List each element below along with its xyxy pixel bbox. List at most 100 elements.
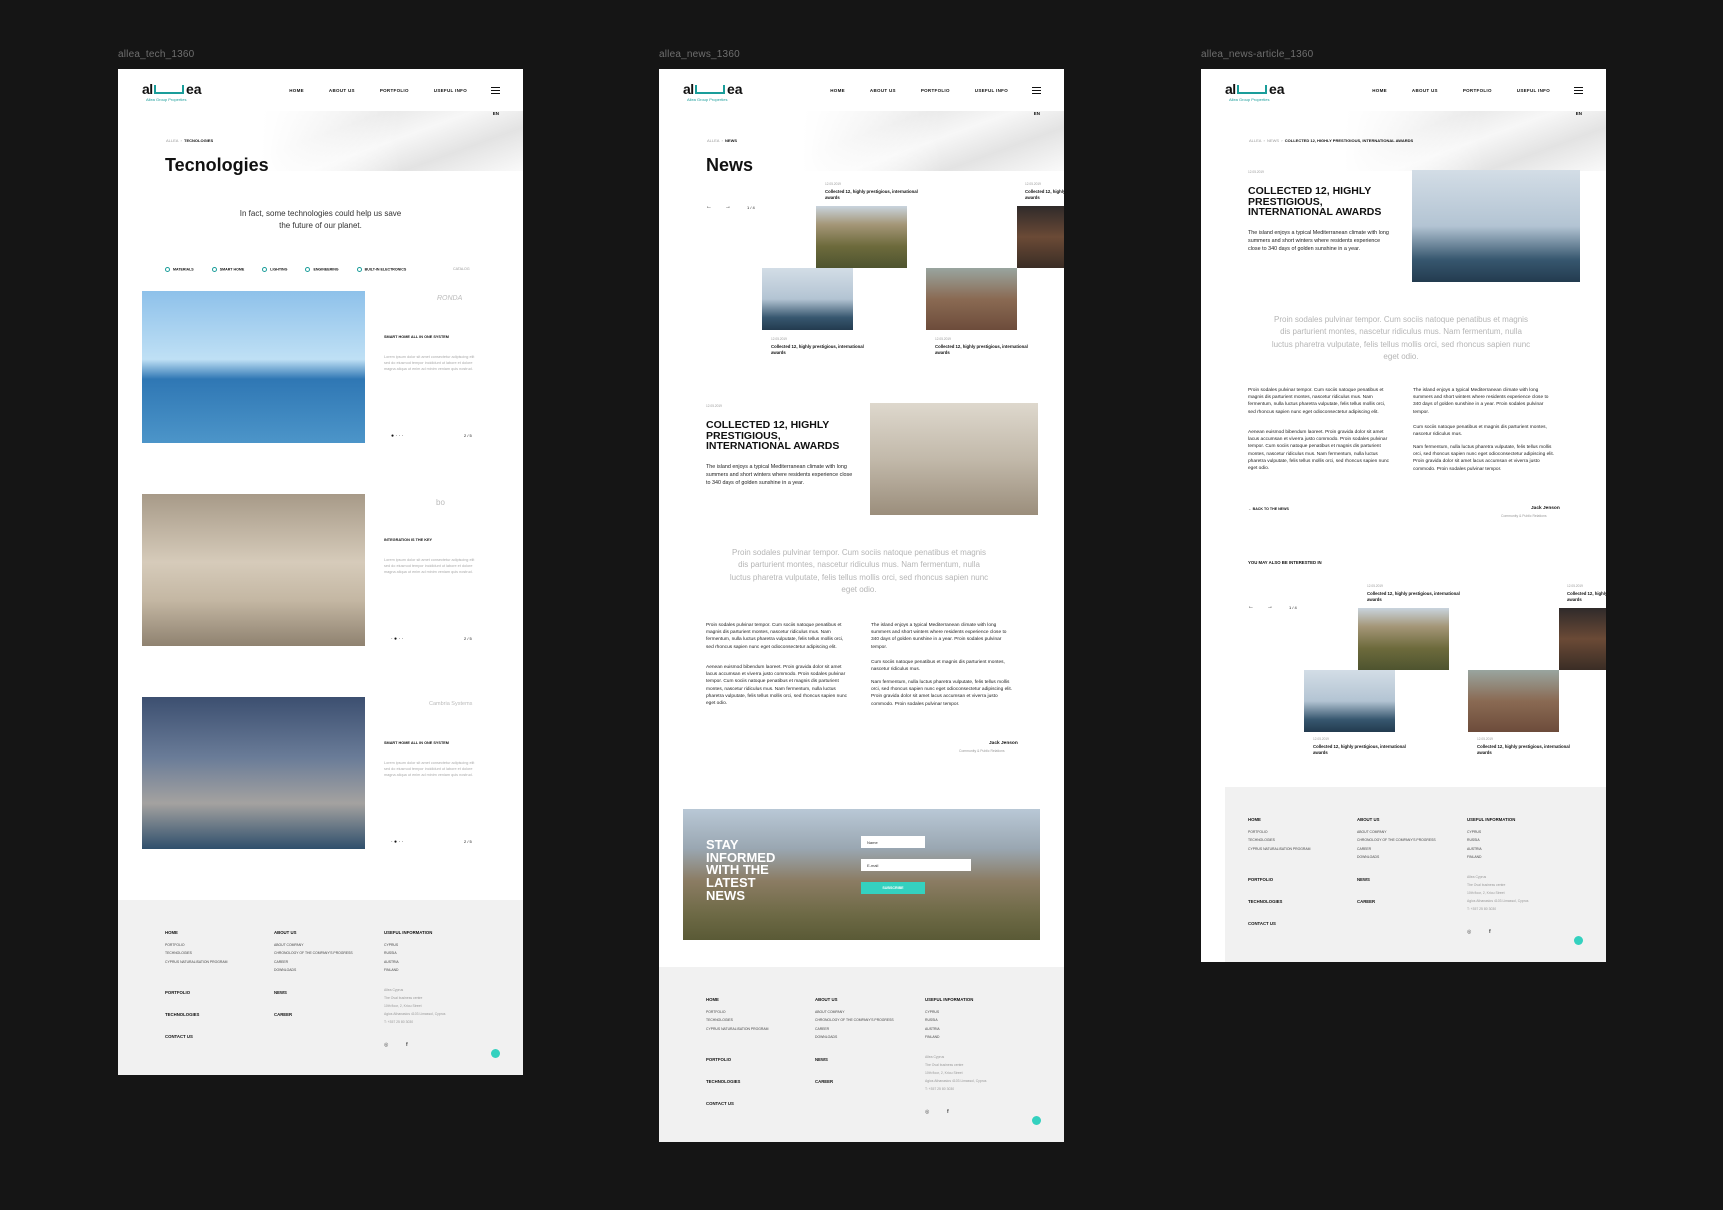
footer-portfolio[interactable]: PORTFOLIO [165,990,190,995]
footer-contact[interactable]: CONTACT US [1248,921,1276,926]
hamburger-icon[interactable] [491,87,500,96]
footer-news[interactable]: NEWS [1357,877,1370,882]
footer-link[interactable]: ABOUT COMPANY [274,943,303,947]
news-card-photo[interactable] [1304,670,1395,732]
footer-link[interactable]: TECHNOLOGIES [165,951,192,955]
footer-link[interactable]: RUSSIA [384,951,397,955]
chat-icon[interactable] [1574,936,1583,945]
footer-link[interactable]: CAREER [1357,847,1371,851]
footer-about[interactable]: ABOUT US [1357,817,1379,822]
logo[interactable]: al ea Allea Group Properties [1225,81,1285,105]
footer-news[interactable]: NEWS [815,1057,828,1062]
footer-link[interactable]: AUSTRIA [925,1027,940,1031]
nav-about[interactable]: ABOUT US [1412,88,1438,93]
logo[interactable]: al ea Allea Group Properties [683,81,743,105]
instagram-icon[interactable]: ◎ [925,1109,929,1115]
breadcrumb-news[interactable]: NEWS [1267,138,1279,143]
news-card-photo[interactable] [1468,670,1559,732]
chat-icon[interactable] [491,1049,500,1058]
footer-link[interactable]: FINLAND [1467,855,1482,859]
instagram-icon[interactable]: ◎ [1467,929,1471,935]
featured-title[interactable]: COLLECTED 12, HIGHLY PRESTIGIOUS, INTERN… [706,420,856,452]
footer-link[interactable]: DOWNLOADS [1357,855,1379,859]
footer-career[interactable]: CAREER [274,1012,292,1017]
facebook-icon[interactable]: f [1489,929,1491,935]
nav-home[interactable]: HOME [1372,88,1387,93]
footer-link[interactable]: FINLAND [925,1035,940,1039]
nav-home[interactable]: HOME [830,88,845,93]
footer-useful[interactable]: USEFUL INFORMATION [384,930,432,935]
card-title[interactable]: Collected 12, highly prestigious, intern… [1477,744,1577,755]
nav-home[interactable]: HOME [289,88,304,93]
news-card-photo[interactable] [762,268,853,330]
card-title[interactable]: Collected 12, highly prestigious, intern… [935,344,1035,355]
card-title[interactable]: Collected 12, highly prestigious, intern… [825,189,925,200]
footer-link[interactable]: CYPRUS NATURALISATION PROGRAM [165,960,227,964]
language-switch[interactable]: EN [1034,111,1040,116]
footer-home[interactable]: HOME [706,997,719,1002]
slider-dots[interactable]: ● · · · [391,433,403,439]
hamburger-icon[interactable] [1032,87,1041,96]
footer-career[interactable]: CAREER [815,1079,833,1084]
footer-useful[interactable]: USEFUL INFORMATION [1467,817,1515,822]
nav-useful-info[interactable]: USEFUL INFO [975,88,1008,93]
news-card-photo[interactable] [1559,608,1606,670]
footer-career[interactable]: CAREER [1357,899,1375,904]
breadcrumb-root[interactable]: ALLEA [1249,138,1261,143]
news-card-photo[interactable] [816,206,907,268]
language-switch[interactable]: EN [493,111,499,116]
news-card-photo[interactable] [1017,206,1064,268]
breadcrumb-root[interactable]: ALLEA [166,138,178,143]
card-title[interactable]: Collected 12, highly prestigious, intern… [771,344,871,355]
nav-useful-info[interactable]: USEFUL INFO [434,88,467,93]
breadcrumb-root[interactable]: ALLEA [707,138,719,143]
filter-built-in-electronics[interactable]: BUILT-IN ELECTRONICS [356,267,406,272]
footer-contact[interactable]: CONTACT US [706,1101,734,1106]
arrow-left-icon[interactable]: ← [706,204,712,210]
logo[interactable]: al ea Allea Group Properties [142,81,202,105]
footer-link[interactable]: PORTFOLIO [706,1010,726,1014]
footer-link[interactable]: TECHNOLOGIES [1248,838,1275,842]
card-title[interactable]: Collected 12, highly prestigious, intern… [1025,189,1064,200]
footer-technologies[interactable]: TECHNOLOGIES [165,1012,199,1017]
footer-link[interactable]: TECHNOLOGIES [706,1018,733,1022]
featured-photo[interactable] [870,403,1038,515]
back-link[interactable]: ← BACK TO THE NEWS [1248,507,1289,511]
chat-icon[interactable] [1032,1116,1041,1125]
footer-link[interactable]: CAREER [274,960,288,964]
footer-portfolio[interactable]: PORTFOLIO [706,1057,731,1062]
footer-link[interactable]: RUSSIA [925,1018,938,1022]
footer-link[interactable]: AUSTRIA [384,960,399,964]
facebook-icon[interactable]: f [947,1109,949,1115]
facebook-icon[interactable]: f [406,1042,408,1048]
slider-dots[interactable]: · ● · · [391,636,403,642]
arrow-right-icon[interactable]: → [1267,604,1273,610]
nav-portfolio[interactable]: PORTFOLIO [921,88,950,93]
footer-link[interactable]: CHRONOLOGY OF THE COMPANY'S PROGRESS [1357,838,1436,842]
nav-portfolio[interactable]: PORTFOLIO [380,88,409,93]
footer-about[interactable]: ABOUT US [274,930,296,935]
footer-link[interactable]: CYPRUS [384,943,398,947]
email-input[interactable]: E-mail [861,859,971,871]
footer-link[interactable]: CHRONOLOGY OF THE COMPANY'S PROGRESS [274,951,353,955]
footer-link[interactable]: ABOUT COMPANY [815,1010,844,1014]
footer-useful[interactable]: USEFUL INFORMATION [925,997,973,1002]
arrow-left-icon[interactable]: ← [1248,604,1254,610]
footer-contact[interactable]: CONTACT US [165,1034,193,1039]
footer-link[interactable]: RUSSIA [1467,838,1480,842]
footer-link[interactable]: CYPRUS [925,1010,939,1014]
footer-link[interactable]: DOWNLOADS [274,968,296,972]
footer-technologies[interactable]: TECHNOLOGIES [706,1079,740,1084]
card-title[interactable]: Collected 12, highly prestigious, intern… [1567,591,1606,602]
footer-home[interactable]: HOME [1248,817,1261,822]
slider-dots[interactable]: · ● · · [391,839,403,845]
hamburger-icon[interactable] [1574,87,1583,96]
footer-portfolio[interactable]: PORTFOLIO [1248,877,1273,882]
nav-useful-info[interactable]: USEFUL INFO [1517,88,1550,93]
footer-link[interactable]: CHRONOLOGY OF THE COMPANY'S PROGRESS [815,1018,894,1022]
filter-lighting[interactable]: LIGHTING [262,267,287,272]
filter-smart-home[interactable]: SMART HOME [211,267,244,272]
card-title[interactable]: Collected 12, highly prestigious, intern… [1367,591,1467,602]
instagram-icon[interactable]: ◎ [384,1042,388,1048]
footer-news[interactable]: NEWS [274,990,287,995]
